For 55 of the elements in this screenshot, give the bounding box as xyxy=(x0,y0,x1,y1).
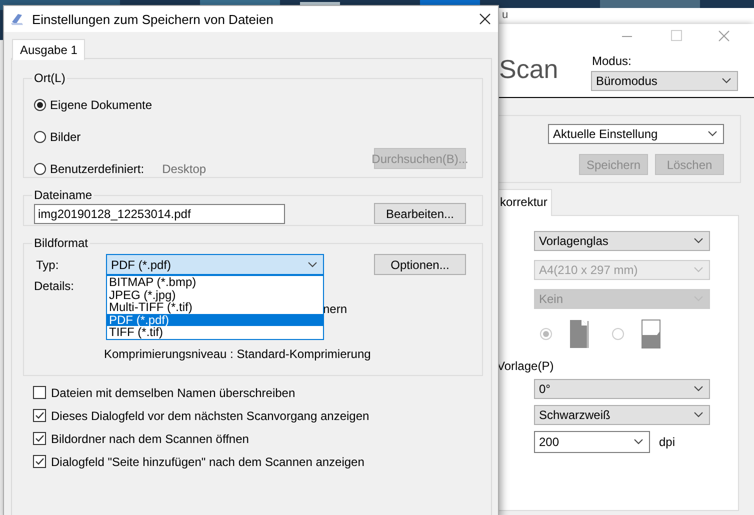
unit-label: dpi xyxy=(659,435,676,449)
dropdown-item[interactable]: PDF (*.pdf) xyxy=(107,314,323,326)
details-text: Komprimierungsniveau : Standard-Komprimierung xyxy=(104,347,371,361)
checkbox-label: Dieses Dialogfeld vor dem nächsten Scanvorgang anzeigen xyxy=(51,408,370,422)
checkbox[interactable] xyxy=(33,432,46,445)
chevron-icon xyxy=(694,267,703,273)
group-label: Ort(L) xyxy=(33,71,66,85)
resolution-dropdown[interactable]: 200 xyxy=(534,431,650,453)
radio-label: Eigene Dokumente xyxy=(50,98,152,112)
format-dropdown[interactable]: PDF (*.pdf) xyxy=(106,254,324,275)
dropdown-item[interactable]: JPEG (*.jpg) xyxy=(107,288,323,302)
scanner-icon xyxy=(10,12,24,26)
details-text: nern xyxy=(323,302,348,316)
tab[interactable]: korrektur xyxy=(497,189,552,216)
radio-button[interactable] xyxy=(34,99,46,111)
checkbox-label: Dateien mit demselben Namen überschreiben xyxy=(51,386,296,400)
chevron-icon xyxy=(694,412,703,418)
chevron-icon xyxy=(694,238,703,244)
checkbox-label: Bildordner nach dem Scannen öffnen xyxy=(51,432,249,446)
preset-dropdown[interactable]: Aktuelle Einstellung xyxy=(548,124,724,144)
filename-field[interactable]: img20190128_12253014.pdf xyxy=(34,204,285,224)
chevron-icon xyxy=(722,78,731,84)
chevron-icon xyxy=(708,131,717,137)
mode-label: Modus: xyxy=(592,54,632,68)
close-icon[interactable] xyxy=(478,12,492,26)
dropdown-item[interactable]: BITMAP (*.bmp) xyxy=(107,276,323,289)
window-title: Einstellungen zum Speichern von Dateien xyxy=(32,12,274,26)
checkbox[interactable] xyxy=(33,386,46,399)
path-text: Desktop xyxy=(162,162,206,176)
group-label: Dateiname xyxy=(33,188,94,202)
source-dropdown[interactable]: Vorlagenglas xyxy=(534,231,710,251)
dropdown-item[interactable]: Multi-TIFF (*.tif) xyxy=(107,301,323,314)
radio-button[interactable] xyxy=(34,131,46,143)
group-label: Bildformat xyxy=(33,236,90,250)
rotation-dropdown[interactable]: 0° xyxy=(534,379,710,399)
radio-button[interactable] xyxy=(34,163,46,175)
chevron-icon xyxy=(308,262,317,268)
dropdown-item[interactable]: TIFF (*.tif) xyxy=(107,326,323,339)
checkbox[interactable] xyxy=(33,455,46,468)
radio-label: Benutzerdefiniert: xyxy=(50,162,144,176)
checkbox[interactable] xyxy=(33,409,46,422)
tab[interactable]: Ausgabe 1 xyxy=(12,39,86,60)
section-label: Vorlage(P) xyxy=(497,359,555,373)
chevron-icon xyxy=(694,386,703,392)
options-button[interactable]: Optionen... xyxy=(374,254,466,275)
mode-dropdown[interactable]: Büromodus xyxy=(591,71,738,91)
type-label: Typ: xyxy=(35,258,60,272)
edit-button[interactable]: Bearbeiten... xyxy=(374,203,466,224)
radio-label: Bilder xyxy=(50,130,81,144)
window-title: u xyxy=(502,9,508,22)
color-mode-dropdown[interactable]: Schwarzweiß xyxy=(534,405,710,425)
details-label: Details: xyxy=(34,279,74,293)
chevron-icon xyxy=(634,439,643,445)
app-title: Scan xyxy=(499,54,558,85)
checkbox-label: Dialogfeld "Seite hinzufügen" nach dem Scannen anzeigen xyxy=(51,454,364,468)
